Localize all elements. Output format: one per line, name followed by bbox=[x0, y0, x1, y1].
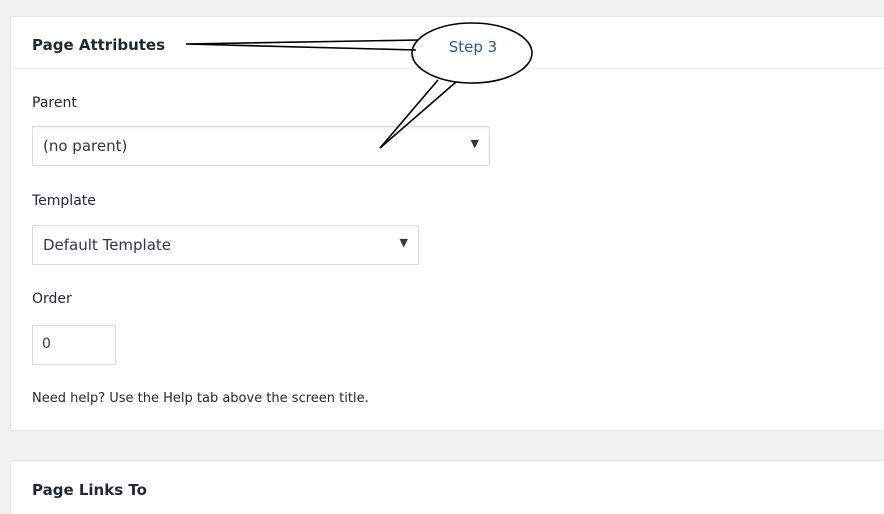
parent-label: Parent bbox=[32, 95, 77, 111]
order-input-value: 0 bbox=[42, 336, 51, 352]
template-select-value: Default Template bbox=[43, 236, 172, 254]
triangle-down-icon: ▼ bbox=[470, 137, 479, 150]
template-label: Template bbox=[32, 193, 96, 209]
page-stage: Page Attributes Parent (no parent) ▼ Tem… bbox=[0, 0, 884, 514]
page-links-title[interactable]: Page Links To bbox=[32, 481, 147, 499]
top-strip bbox=[0, 0, 884, 16]
help-text: Need help? Use the Help tab above the sc… bbox=[32, 391, 369, 406]
triangle-down-icon: ▼ bbox=[399, 236, 408, 249]
order-input[interactable]: 0 bbox=[32, 325, 116, 365]
page-attributes-title: Page Attributes bbox=[32, 36, 166, 54]
template-select[interactable]: Default Template ▼ bbox=[32, 225, 419, 265]
page-attributes-panel: Page Attributes Parent (no parent) ▼ Tem… bbox=[10, 16, 884, 431]
page-links-panel: Page Links To bbox=[10, 460, 884, 514]
order-label: Order bbox=[32, 291, 72, 307]
parent-select[interactable]: (no parent) ▼ bbox=[32, 126, 490, 166]
parent-select-value: (no parent) bbox=[43, 137, 128, 155]
step-callout-label: Step 3 bbox=[448, 38, 498, 56]
